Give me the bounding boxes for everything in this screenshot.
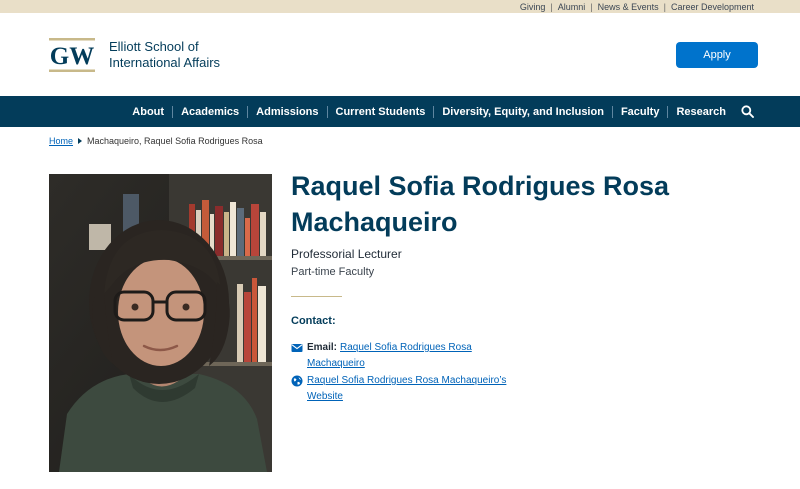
site-name[interactable]: Elliott School of International Affairs bbox=[109, 39, 289, 71]
nav-item-about[interactable]: About bbox=[124, 106, 172, 118]
utility-bar: Giving | Alumni | News & Events | Career… bbox=[0, 0, 800, 13]
breadcrumb-caret-icon bbox=[78, 138, 83, 144]
main-nav: About Academics Admissions Current Stude… bbox=[0, 96, 800, 127]
profile-name-line2: Machaqueiro bbox=[291, 207, 458, 237]
logo-text: GW bbox=[50, 43, 94, 70]
search-icon[interactable] bbox=[740, 105, 754, 119]
gw-logo[interactable]: GW bbox=[49, 38, 95, 72]
breadcrumb-home-link[interactable]: Home bbox=[49, 136, 73, 146]
utility-link-career-development[interactable]: Career Development bbox=[671, 2, 754, 12]
website-link-line1: Raquel Sofia Rodrigues Rosa Machaqueiro’… bbox=[307, 375, 507, 386]
profile-role: Part-time Faculty bbox=[291, 266, 375, 278]
nav-item-academics[interactable]: Academics bbox=[172, 105, 247, 118]
utility-links: Giving | Alumni | News & Events | Career… bbox=[520, 0, 754, 13]
email-row: Email: Raquel Sofia Rodrigues Rosa Machaqu… bbox=[291, 340, 521, 372]
nav-item-research[interactable]: Research bbox=[667, 105, 734, 118]
site-header: GW Elliott School of International Affai… bbox=[0, 13, 800, 96]
contact-heading: Contact: bbox=[291, 315, 336, 327]
utility-link-giving[interactable]: Giving bbox=[520, 2, 546, 12]
email-link-line2: Machaqueiro bbox=[307, 358, 365, 369]
profile-photo bbox=[49, 174, 272, 472]
utility-separator: | bbox=[550, 1, 553, 12]
divider bbox=[291, 296, 342, 297]
profile-name-line1: Raquel Sofia Rodrigues Rosa bbox=[291, 171, 670, 201]
utility-link-alumni[interactable]: Alumni bbox=[558, 2, 586, 12]
profile-name: Raquel Sofia Rodrigues Rosa Machaqueiro bbox=[291, 168, 751, 240]
website-link[interactable]: Raquel Sofia Rodrigues Rosa Machaqueiro’… bbox=[307, 373, 506, 405]
main-nav-items: About Academics Admissions Current Stude… bbox=[124, 96, 754, 127]
email-label: Email: bbox=[307, 342, 338, 353]
nav-item-admissions[interactable]: Admissions bbox=[247, 105, 326, 118]
website-row: Raquel Sofia Rodrigues Rosa Machaqueiro’… bbox=[291, 373, 521, 405]
utility-link-news-events[interactable]: News & Events bbox=[598, 2, 659, 12]
site-name-line1: Elliott School of bbox=[109, 39, 199, 54]
apply-button[interactable]: Apply bbox=[676, 42, 758, 68]
breadcrumb: Home Machaqueiro, Raquel Sofia Rodrigues… bbox=[49, 135, 263, 147]
utility-separator: | bbox=[663, 1, 666, 12]
envelope-icon bbox=[291, 342, 303, 354]
gw-logo-mark: GW bbox=[49, 38, 95, 72]
profile-title: Professorial Lecturer bbox=[291, 247, 402, 261]
breadcrumb-current: Machaqueiro, Raquel Sofia Rodrigues Rosa bbox=[87, 136, 263, 146]
nav-item-dei[interactable]: Diversity, Equity, and Inclusion bbox=[433, 105, 612, 118]
nav-item-current-students[interactable]: Current Students bbox=[326, 105, 434, 118]
email-link-line1: Raquel Sofia Rodrigues Rosa bbox=[340, 342, 472, 353]
nav-item-faculty[interactable]: Faculty bbox=[611, 105, 668, 118]
site-name-line2: International Affairs bbox=[109, 55, 221, 70]
utility-separator: | bbox=[590, 1, 593, 12]
globe-icon bbox=[291, 375, 303, 387]
website-link-line2: Website bbox=[307, 391, 343, 402]
